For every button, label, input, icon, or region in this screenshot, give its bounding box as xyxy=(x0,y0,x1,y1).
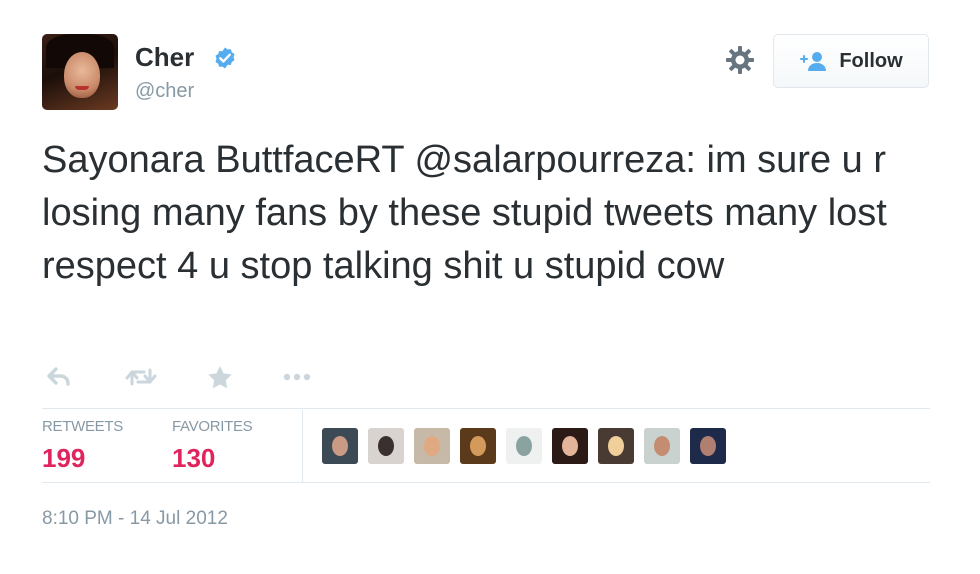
favoriter-avatars xyxy=(322,428,726,464)
favoriter-avatar[interactable] xyxy=(506,428,542,464)
tweet-text: Sayonara ButtfaceRT @salarpourreza: im s… xyxy=(42,139,887,287)
favoriter-avatar-face xyxy=(562,436,578,456)
favorites-label: FAVORITES xyxy=(172,418,253,435)
gear-icon[interactable] xyxy=(724,44,756,76)
favoriter-avatar-face xyxy=(378,436,394,456)
retweets-label: RETWEETS xyxy=(42,418,123,435)
stats-top-divider xyxy=(42,408,930,409)
favoriter-avatar-face xyxy=(700,436,716,456)
stats-bottom-divider xyxy=(42,482,930,483)
user-handle[interactable]: @cher xyxy=(135,80,194,103)
follow-button[interactable]: Follow xyxy=(773,34,929,88)
avatar-mouth xyxy=(75,86,89,90)
display-name[interactable]: Cher xyxy=(135,42,194,73)
more-dots-icon[interactable] xyxy=(280,373,314,381)
favoriter-avatar[interactable] xyxy=(322,428,358,464)
favoriter-avatar-face xyxy=(332,436,348,456)
favoriter-avatar-face xyxy=(424,436,440,456)
favorites-count: 130 xyxy=(172,443,216,473)
verified-badge-icon xyxy=(215,47,235,69)
retweets-stat[interactable]: RETWEETS 199 xyxy=(42,418,123,474)
favoriter-avatar[interactable] xyxy=(552,428,588,464)
favoriter-avatar-face xyxy=(654,436,670,456)
follow-label: Follow xyxy=(839,49,903,72)
retweet-icon[interactable] xyxy=(124,366,158,388)
tweet-timestamp[interactable]: 8:10 PM - 14 Jul 2012 xyxy=(42,508,228,530)
favoriter-avatar-face xyxy=(608,436,624,456)
favoriter-avatar[interactable] xyxy=(414,428,450,464)
favorites-stat[interactable]: FAVORITES 130 xyxy=(172,418,253,474)
favoriter-avatar[interactable] xyxy=(598,428,634,464)
add-user-icon xyxy=(800,52,827,71)
retweets-count: 199 xyxy=(42,443,86,473)
stats-vertical-divider xyxy=(302,410,303,482)
favoriter-avatar-face xyxy=(516,436,532,456)
favoriter-avatar[interactable] xyxy=(460,428,496,464)
favoriter-avatar[interactable] xyxy=(368,428,404,464)
tweet-actions xyxy=(44,362,314,392)
favorite-star-icon[interactable] xyxy=(206,365,234,389)
avatar-face xyxy=(64,52,100,98)
favoriter-avatar-face xyxy=(470,436,486,456)
favoriter-avatar[interactable] xyxy=(690,428,726,464)
user-avatar[interactable] xyxy=(42,34,118,110)
favoriter-avatar[interactable] xyxy=(644,428,680,464)
reply-icon[interactable] xyxy=(44,366,74,388)
